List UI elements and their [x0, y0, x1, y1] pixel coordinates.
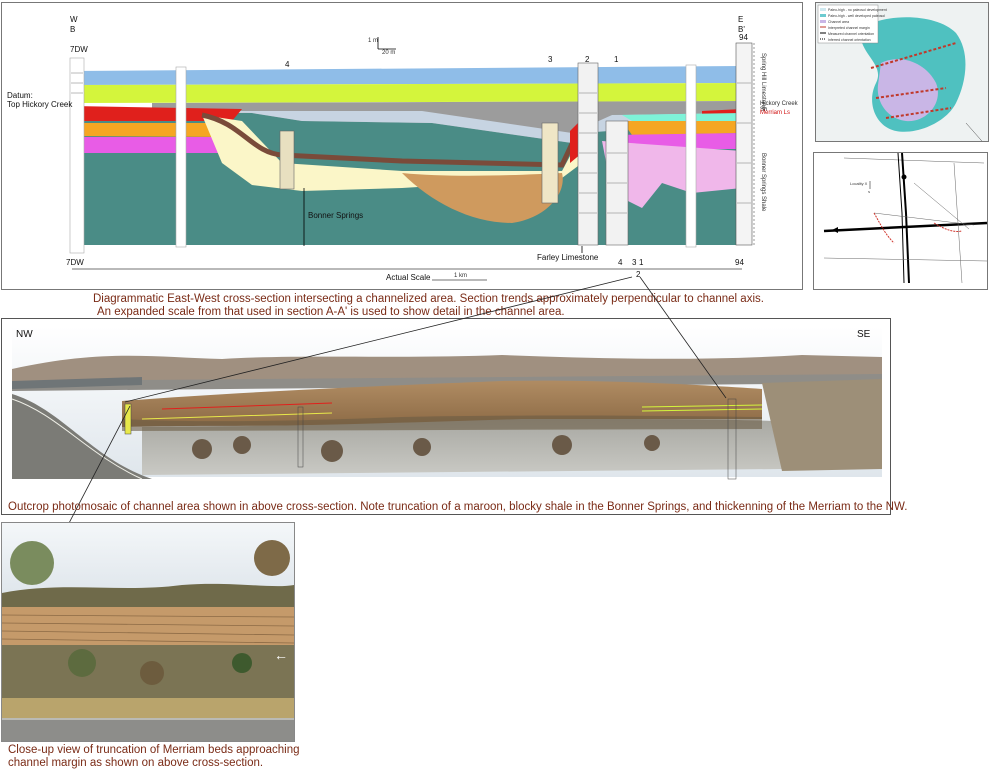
- actual-scale-unit: 1 km: [454, 273, 468, 279]
- outcrop-photomosaic: [11, 327, 882, 480]
- photo-column-nw: [124, 403, 132, 435]
- axis-label-1: 1: [639, 258, 644, 267]
- unit-label-merriam: Merriam Ls: [760, 110, 791, 116]
- axis-label-7dw: 7DW: [66, 258, 84, 267]
- tree-right: [254, 540, 290, 576]
- road-thin-2: [823, 257, 987, 262]
- well-column-right-blank: [685, 64, 697, 248]
- closeup-caption-1: Close-up view of truncation of Merriam b…: [8, 744, 300, 756]
- scale-horizontal-label: 20 m: [382, 50, 396, 56]
- actual-scale-label: Actual Scale: [386, 273, 431, 282]
- tree-left: [10, 541, 54, 585]
- grass-strip: [2, 698, 294, 718]
- locality-road-map: N: [823, 153, 987, 284]
- unit-label-bonner-springs: Bonner Springs Shale: [760, 153, 766, 212]
- spring-hill-limestone-layer: [72, 66, 742, 85]
- cross-section-caption-2: An expanded scale from that used in sect…: [97, 306, 565, 318]
- well-column-94: [735, 42, 753, 246]
- road-thin-4: [913, 182, 970, 230]
- magenta-layer-left: [72, 137, 234, 153]
- axis-label-4: 4: [618, 258, 623, 267]
- right-field: [762, 379, 882, 471]
- locality-marker: [901, 174, 907, 180]
- photomosaic-caption: Outcrop photomosaic of channel area show…: [8, 501, 908, 513]
- photomosaic-panel: NW SE: [1, 318, 891, 515]
- east-label: E: [738, 15, 744, 24]
- closeup-outcrop-photo: [2, 523, 294, 741]
- yellow-green-layer: [72, 83, 742, 103]
- well-label-2: 2: [585, 55, 590, 64]
- well-column-2: [577, 62, 599, 246]
- well-label-94: 94: [739, 33, 748, 42]
- well-column-left-blank: [175, 66, 187, 248]
- road-thin-5: [873, 212, 975, 226]
- locality-map-panel: N Locality X: [813, 152, 988, 290]
- cross-section-diagram: [69, 37, 755, 281]
- west-label-b: B: [70, 25, 76, 34]
- well-label-4: 4: [285, 60, 290, 69]
- axis-label-94: 94: [735, 258, 744, 267]
- scale-vertical-label: 1 m: [368, 38, 379, 44]
- datum-label-2: Top Hickory Creek: [7, 100, 73, 109]
- bonner-springs-label: Bonner Springs: [308, 211, 364, 220]
- locality-label: Locality X: [850, 181, 868, 186]
- farley-limestone-label: Farley Limestone: [537, 253, 599, 262]
- svg-text:N: N: [868, 190, 870, 194]
- well-column-7dw: [69, 57, 85, 254]
- interstate-shield-icon: [832, 227, 838, 233]
- map-legend: Paleo-high - no paleosol development Pal…: [828, 7, 887, 43]
- well-label-7dw: 7DW: [70, 45, 88, 54]
- orange-layer-right: [622, 121, 742, 135]
- axis-label-2: 2: [636, 270, 641, 279]
- closeup-photo-panel: ←: [1, 522, 295, 742]
- axis-label-3: 3: [632, 258, 637, 267]
- road-thin-1: [843, 157, 985, 164]
- legend-item-inferred-orientation: Inferred channel orientation: [828, 38, 871, 42]
- west-label: W: [70, 15, 78, 24]
- photo-nw-label: NW: [16, 329, 33, 340]
- photo-se-label: SE: [857, 329, 871, 340]
- datum-label: Datum:: [7, 91, 33, 100]
- road-surface: [2, 718, 294, 741]
- well-label-1: 1: [614, 55, 619, 64]
- well-column-4: [279, 130, 295, 190]
- paleogeography-map-panel: Paleo-high - no paleosol development Pal…: [815, 2, 989, 142]
- well-label-3: 3: [548, 55, 553, 64]
- arrow-left-icon: ←: [274, 647, 288, 663]
- cross-section-panel: W B E B' 7DW 94 Datum: Top Hickory Creek…: [1, 2, 803, 290]
- cross-section-caption-1: Diagrammatic East-West cross-section int…: [93, 293, 764, 305]
- well-column-3: [541, 122, 559, 204]
